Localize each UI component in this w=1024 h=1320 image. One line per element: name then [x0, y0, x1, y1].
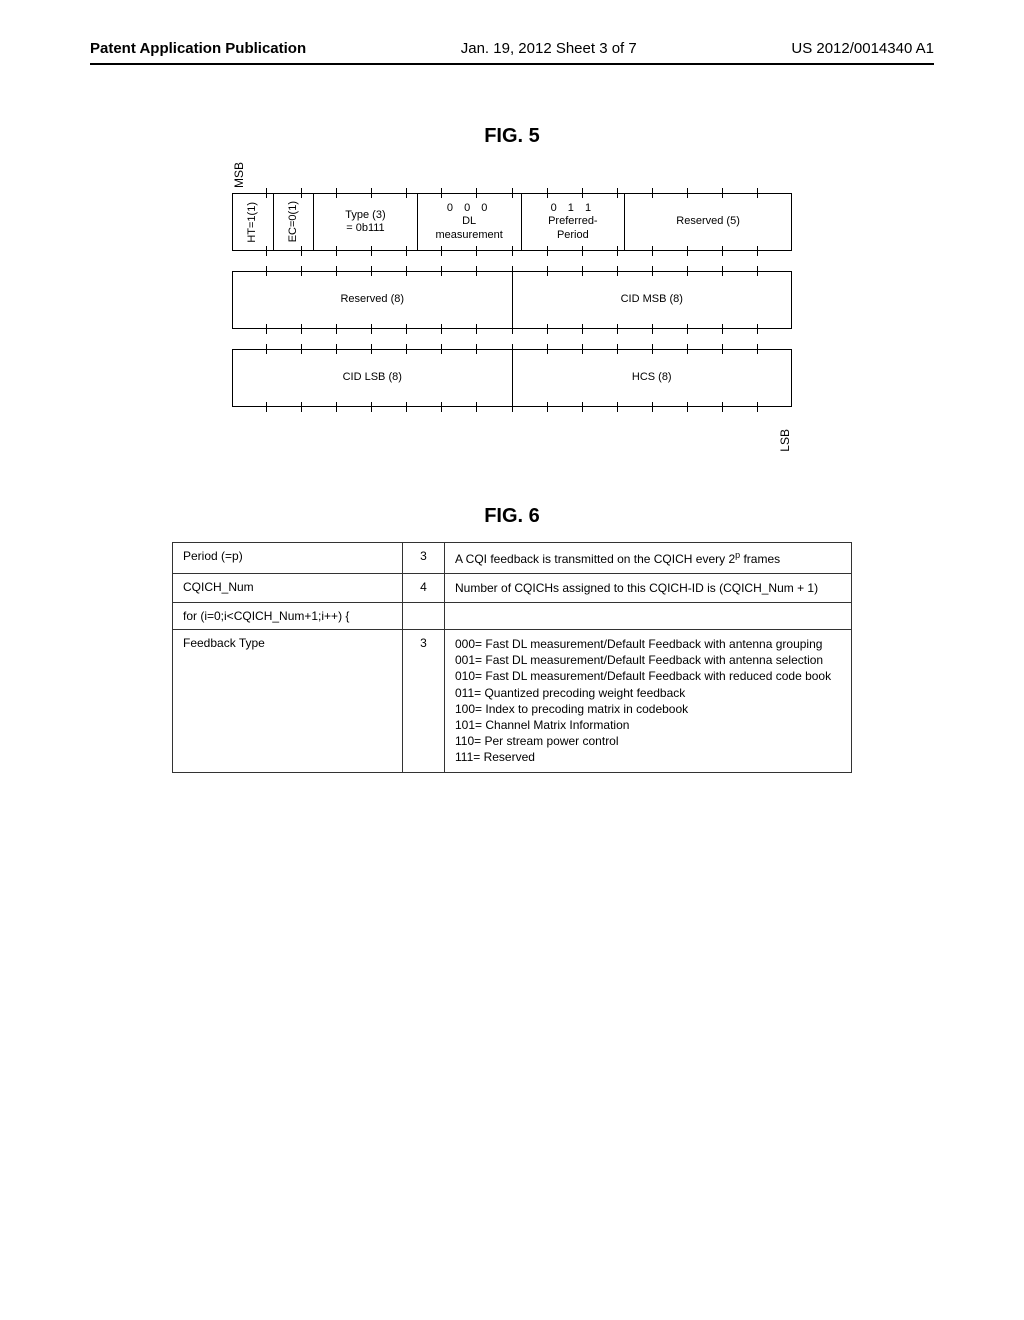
fig5-row2: Reserved (8) CID MSB (8): [232, 271, 792, 329]
ec-field: EC=0(1): [287, 201, 300, 242]
cell-param: CQICH_Num: [173, 573, 403, 602]
table-row: Period (=p) 3 A CQI feedback is transmit…: [173, 542, 852, 573]
fig5-row1: HT=1(1) EC=0(1) Type (3) = 0b111 0 0 0 D…: [232, 193, 792, 251]
reserved8-field: Reserved (8): [233, 272, 513, 328]
header-right: US 2012/0014340 A1: [791, 40, 934, 57]
cell-size: 3: [403, 542, 445, 573]
cell-size: 4: [403, 573, 445, 602]
header-center: Jan. 19, 2012 Sheet 3 of 7: [461, 40, 637, 57]
msb-label: MSB: [232, 162, 246, 188]
page-header: Patent Application Publication Jan. 19, …: [90, 40, 934, 65]
cell-size: 3: [403, 630, 445, 773]
table-row: for (i=0;i<CQICH_Num+1;i++) {: [173, 603, 852, 630]
cell-desc: [445, 603, 852, 630]
header-left: Patent Application Publication: [90, 40, 306, 57]
table-row: CQICH_Num 4 Number of CQICHs assigned to…: [173, 573, 852, 602]
fig6-table: Period (=p) 3 A CQI feedback is transmit…: [172, 542, 852, 773]
cell-size: [403, 603, 445, 630]
cell-desc: Number of CQICHs assigned to this CQICH-…: [445, 573, 852, 602]
pref-bits: 0 1 1: [551, 202, 595, 215]
dl-bits: 0 0 0: [447, 202, 491, 215]
ht-field: HT=1(1): [246, 202, 259, 243]
lsb-label: LSB: [778, 429, 792, 452]
cell-desc: 000= Fast DL measurement/Default Feedbac…: [445, 630, 852, 773]
fig5-title: FIG. 5: [90, 125, 934, 148]
hcs-field: HCS (8): [513, 350, 792, 406]
fig5-row3: CID LSB (8) HCS (8): [232, 349, 792, 407]
dl-label: DL measurement: [436, 215, 503, 241]
table-row: Feedback Type 3 000= Fast DL measurement…: [173, 630, 852, 773]
fig5-diagram: MSB HT=1(1) EC=0(1) Type (3) = 0b111 0 0…: [90, 162, 934, 455]
cell-param: Feedback Type: [173, 630, 403, 773]
reserved5-field: Reserved (5): [625, 194, 791, 250]
cell-param: Period (=p): [173, 542, 403, 573]
cid-msb-field: CID MSB (8): [513, 272, 792, 328]
cell-desc: A CQI feedback is transmitted on the CQI…: [445, 542, 852, 573]
cid-lsb-field: CID LSB (8): [233, 350, 513, 406]
fig6-title: FIG. 6: [90, 505, 934, 528]
type-field: Type (3) = 0b111: [314, 194, 418, 250]
pref-label: Preferred- Period: [548, 215, 598, 241]
cell-param: for (i=0;i<CQICH_Num+1;i++) {: [173, 603, 403, 630]
